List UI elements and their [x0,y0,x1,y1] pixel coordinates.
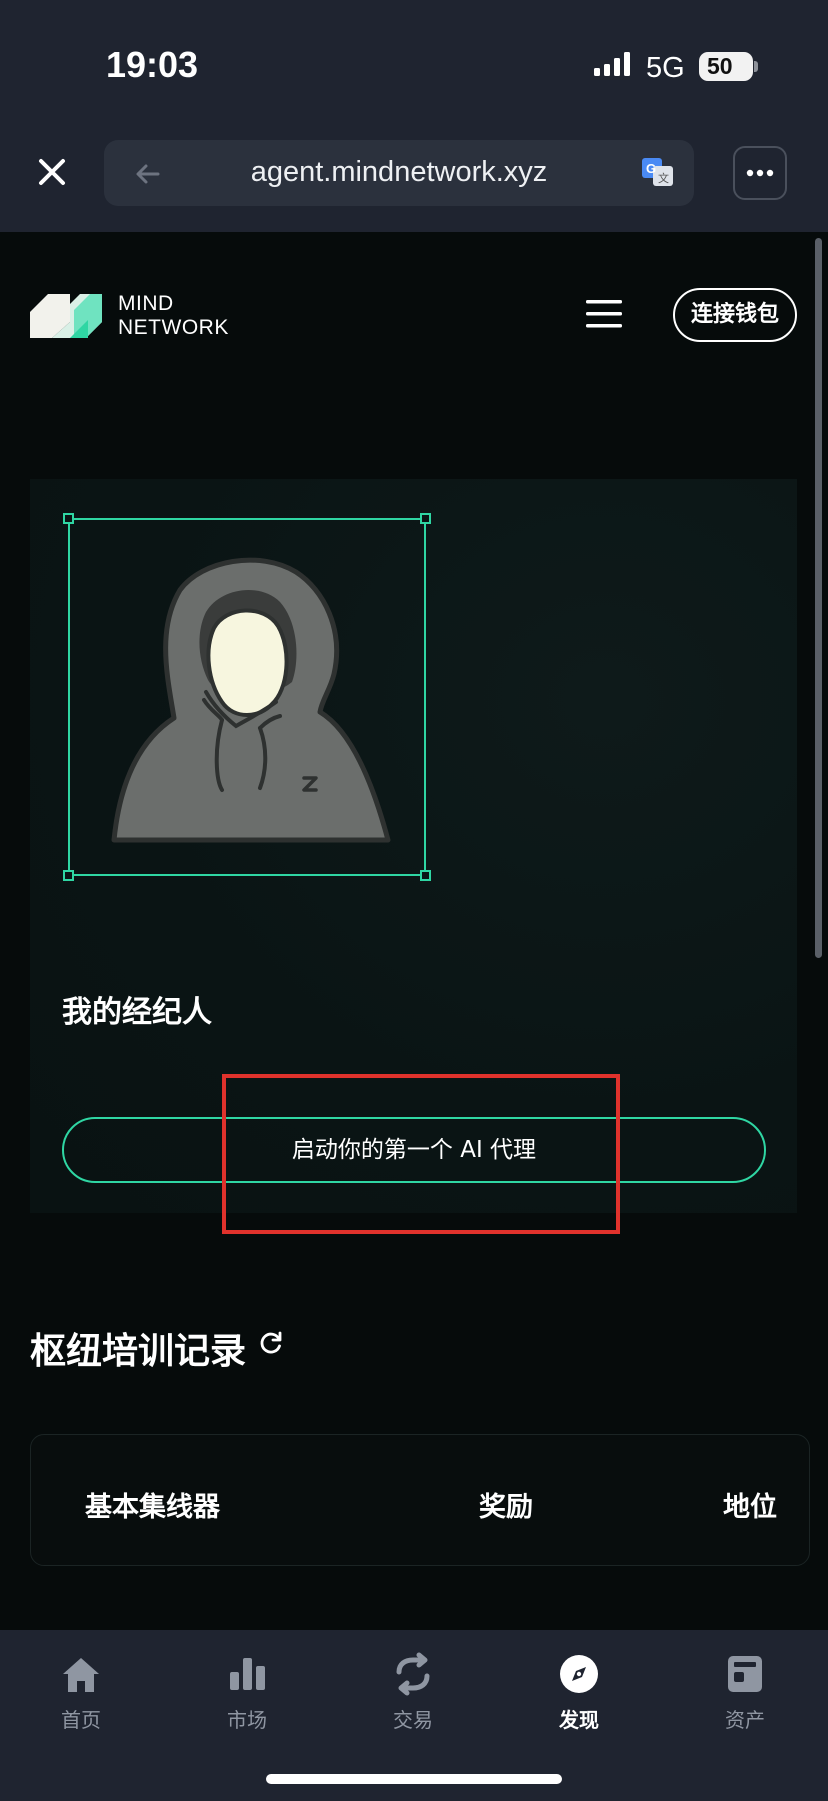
translate-icon[interactable]: G 文 [642,156,674,188]
mind-network-logo[interactable]: MIND NETWORK [30,292,240,340]
tab-home[interactable]: 首页 [21,1652,141,1742]
close-icon [39,159,65,185]
tab-assets-label: 资产 [725,1708,765,1732]
refresh-icon[interactable] [258,1330,284,1356]
training-table-header: 基本集线器 奖励 地位 [30,1434,810,1566]
compass-icon [560,1655,598,1693]
hooded-figure-avatar [111,557,391,843]
frame-corner [420,870,431,881]
frame-corner [63,870,74,881]
training-records-title: 枢纽培训记录 [30,1331,247,1372]
tab-discover[interactable]: 发现 [519,1652,639,1742]
agent-card-title: 我的经纪人 [62,995,212,1030]
more-button[interactable] [733,146,787,200]
signal-icon [594,52,630,76]
status-time: 19:03 [106,44,199,85]
tab-trade[interactable]: 交易 [353,1652,473,1742]
network-label: 5G [646,52,685,84]
annotation-highlight-box [222,1074,620,1234]
battery-nub [754,61,758,72]
home-icon [63,1658,99,1692]
browser-chrome: 19:03 5G 50 agent.mindnetwork.xyz G 文 [0,0,828,232]
url-text[interactable]: agent.mindnetwork.xyz [104,156,694,189]
column-status: 地位 [723,1492,777,1523]
url-bar[interactable]: agent.mindnetwork.xyz G 文 [104,140,694,206]
logo-line2: NETWORK [118,316,229,339]
tab-trade-label: 交易 [393,1708,433,1732]
bar-chart-icon [230,1658,265,1690]
logo-line1: MIND [118,292,174,315]
close-button[interactable] [30,150,74,194]
swap-icon [396,1652,430,1696]
avatar-frame [63,513,431,881]
hamburger-menu-icon[interactable] [586,298,622,330]
tab-assets[interactable]: 资产 [685,1652,805,1742]
connect-wallet-button[interactable]: 连接钱包 [673,288,797,342]
column-reward: 奖励 [479,1492,533,1523]
column-basic-hub: 基本集线器 [85,1492,220,1523]
logo-text: MIND NETWORK [118,292,248,340]
svg-text:文: 文 [658,171,669,185]
more-icon [746,169,774,177]
svg-text:G: G [646,161,656,176]
tab-market-label: 市场 [227,1708,267,1732]
tab-home-label: 首页 [61,1708,101,1732]
tab-market[interactable]: 市场 [187,1652,307,1742]
frame-corner [420,513,431,524]
frame-corner [63,513,74,524]
battery-icon: 50 [699,52,753,81]
tab-discover-label: 发现 [559,1708,599,1732]
page-scrollbar[interactable] [815,238,822,958]
wallet-icon [728,1656,762,1692]
home-indicator[interactable] [266,1774,562,1784]
